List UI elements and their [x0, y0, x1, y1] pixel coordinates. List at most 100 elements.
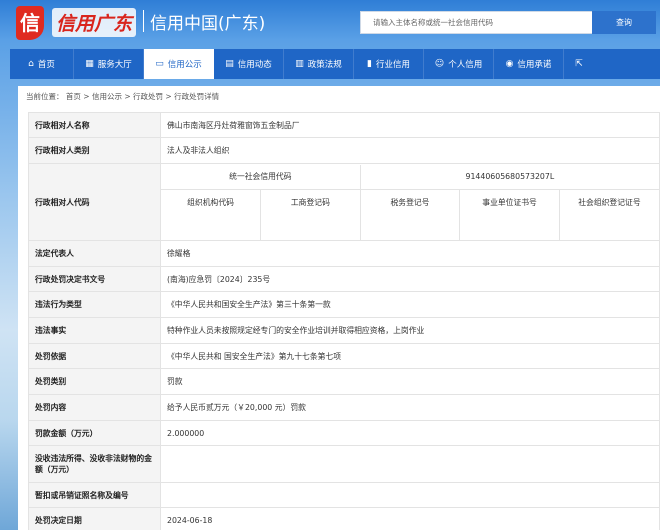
nav-label: 首页 [37, 60, 55, 70]
code-header: 工商登记码 [260, 189, 361, 215]
breadcrumb-credit-publicity[interactable]: 信用公示 [92, 92, 122, 101]
nav-label: 服务大厅 [97, 60, 132, 70]
breadcrumb: 当前位置： 首页 > 信用公示 > 行政处罚 > 行政处罚详情 [26, 91, 219, 102]
row-value: 2.000000 [160, 420, 660, 446]
table-row: 罚款金额（万元） 2.000000 [28, 420, 660, 446]
table-row: 法定代表人 徐耀格 [28, 240, 660, 267]
nav-label: 行业信用 [375, 60, 410, 70]
table-row: 处罚类别 罚款 [28, 368, 660, 395]
row-value: 徐耀格 [160, 240, 660, 267]
site-header: 信 信用广东 信用中国(广东) 请输入主体名称或统一社会信用代码 查询 [0, 0, 660, 48]
row-value [160, 482, 660, 508]
table-row: 违法事实 特种作业人员未按照规定经专门的安全作业培训并取得相应资格，上岗作业 [28, 317, 660, 344]
logo-divider [143, 10, 144, 32]
row-value: 《中华人民共和国安全生产法》第三十条第一款 [160, 291, 660, 318]
nav-item-credit-publicity[interactable]: ▭ 信用公示 [144, 49, 214, 79]
row-value: (南海)应急罚〔2024〕235号 [160, 266, 660, 292]
code-header: 社会组织登记证号 [578, 197, 641, 207]
code-value [260, 214, 361, 240]
breadcrumb-current: 行政处罚详情 [174, 92, 220, 101]
code-cell: 统一社会信用代码 91440605680573207L 组织机构代码 工商登记码… [160, 163, 660, 241]
search-button[interactable]: 查询 [592, 11, 656, 34]
row-value: 2024-06-18 [160, 507, 660, 530]
home-icon: ⌂ [28, 59, 34, 69]
nav-item-home[interactable]: ⌂ 首页 [10, 49, 74, 79]
row-label: 法定代表人 [28, 240, 161, 267]
row-value: 特种作业人员未按照规定经专门的安全作业培训并取得相应资格，上岗作业 [160, 317, 660, 344]
breadcrumb-separator: > [121, 92, 134, 101]
code-header: 税务登记号 [360, 189, 461, 215]
book-icon: ▥ [295, 59, 304, 69]
row-label: 罚款金额（万元） [28, 420, 161, 446]
nav-item-external[interactable]: ⇱ [564, 49, 594, 79]
code-value [360, 214, 461, 240]
row-value: 给予人民币贰万元（￥20,000 元）罚款 [160, 394, 660, 421]
table-row: 行政相对人类别 法人及非法人组织 [28, 137, 660, 164]
code-subtable: 统一社会信用代码 91440605680573207L 组织机构代码 工商登记码… [161, 164, 659, 240]
table-row: 违法行为类型 《中华人民共和国安全生产法》第三十条第一款 [28, 291, 660, 318]
code-header: 组织机构代码 [161, 189, 262, 215]
row-label: 违法事实 [28, 317, 161, 344]
row-label: 行政处罚决定书文号 [28, 266, 161, 292]
breadcrumb-prefix: 当前位置： [26, 92, 64, 101]
row-label: 处罚内容 [28, 394, 161, 421]
logo-icon[interactable]: 信 [16, 6, 44, 40]
nav-label: 信用公示 [167, 60, 202, 70]
logo-script[interactable]: 信用广东 [52, 8, 137, 37]
nav-label: 信用动态 [237, 60, 272, 70]
nav-item-personal-credit[interactable]: ☺ 个人信用 [424, 49, 494, 79]
row-value [160, 445, 660, 483]
nav-item-credit-news[interactable]: ▤ 信用动态 [214, 49, 284, 79]
row-label: 行政相对人名称 [28, 112, 161, 138]
nav-item-policies[interactable]: ▥ 政策法规 [284, 49, 354, 79]
table-row: 行政处罚决定书文号 (南海)应急罚〔2024〕235号 [28, 266, 660, 292]
site-title[interactable]: 信用中国(广东) [150, 9, 265, 34]
monitor-icon: ▭ [155, 59, 164, 69]
table-row: 行政相对人名称 佛山市南海区丹灶荷雅窗饰五金制品厂 [28, 112, 660, 138]
nav-item-service-hall[interactable]: ▦ 服务大厅 [74, 49, 144, 79]
nav-label: 政策法规 [307, 60, 342, 70]
row-value: 法人及非法人组织 [160, 137, 660, 164]
external-icon: ⇱ [575, 59, 583, 69]
row-label: 没收违法所得、没收非法财物的金额（万元） [28, 445, 161, 483]
row-label: 行政相对人类别 [28, 137, 161, 164]
breadcrumb-separator: > [163, 92, 175, 101]
row-label: 暂扣或吊销证照名称及编号 [28, 482, 161, 508]
code-value [459, 214, 560, 240]
code-header: 事业单位证书号 [459, 189, 560, 215]
user-icon: ☺ [434, 59, 445, 69]
row-label: 处罚类别 [28, 368, 161, 395]
nav-label: 个人信用 [448, 60, 483, 70]
uscc-label: 统一社会信用代码 [161, 164, 361, 190]
uscc-value: 91440605680573207L [360, 164, 659, 190]
row-value: 罚款 [160, 368, 660, 395]
penalty-detail-table: 行政相对人名称 佛山市南海区丹灶荷雅窗饰五金制品厂 行政相对人类别 法人及非法人… [28, 112, 660, 530]
row-label: 违法行为类型 [28, 291, 161, 318]
row-label: 处罚依据 [28, 343, 161, 369]
table-row: 暂扣或吊销证照名称及编号 [28, 482, 660, 508]
row-label: 行政相对人代码 [28, 163, 161, 241]
code-value [161, 214, 262, 240]
document-icon: ▤ [225, 59, 234, 69]
search-input[interactable]: 请输入主体名称或统一社会信用代码 [360, 11, 592, 34]
row-label: 处罚决定日期 [28, 507, 161, 530]
building-icon: ▮ [367, 59, 372, 69]
table-row: 没收违法所得、没收非法财物的金额（万元） [28, 445, 660, 483]
shield-icon: ◉ [505, 59, 514, 69]
breadcrumb-separator: > [80, 92, 92, 101]
table-row: 处罚依据 《中华人民共和 国安全生产法》第九十七条第七项 [28, 343, 660, 369]
table-row: 行政相对人代码 统一社会信用代码 91440605680573207L 组织机构… [28, 163, 660, 241]
nav-item-credit-commitment[interactable]: ◉ 信用承诺 [494, 49, 564, 79]
nav-item-industry-credit[interactable]: ▮ 行业信用 [354, 49, 424, 79]
table-row: 处罚内容 给予人民币贰万元（￥20,000 元）罚款 [28, 394, 660, 421]
content-panel: 当前位置： 首页 > 信用公示 > 行政处罚 > 行政处罚详情 行政相对人名称 … [18, 86, 660, 530]
main-nav: ⌂ 首页 ▦ 服务大厅 ▭ 信用公示 ▤ 信用动态 ▥ 政策法规 ▮ 行业信用 ☺ 个人信用 … [10, 49, 660, 79]
breadcrumb-admin-penalty[interactable]: 行政处罚 [133, 92, 163, 101]
code-value [559, 215, 659, 240]
nav-label: 信用承诺 [517, 60, 552, 70]
grid-icon: ▦ [85, 59, 94, 69]
row-value: 《中华人民共和 国安全生产法》第九十七条第七项 [160, 343, 660, 369]
row-value: 佛山市南海区丹灶荷雅窗饰五金制品厂 [160, 112, 660, 138]
table-row: 处罚决定日期 2024-06-18 [28, 507, 660, 530]
breadcrumb-home[interactable]: 首页 [66, 92, 81, 101]
